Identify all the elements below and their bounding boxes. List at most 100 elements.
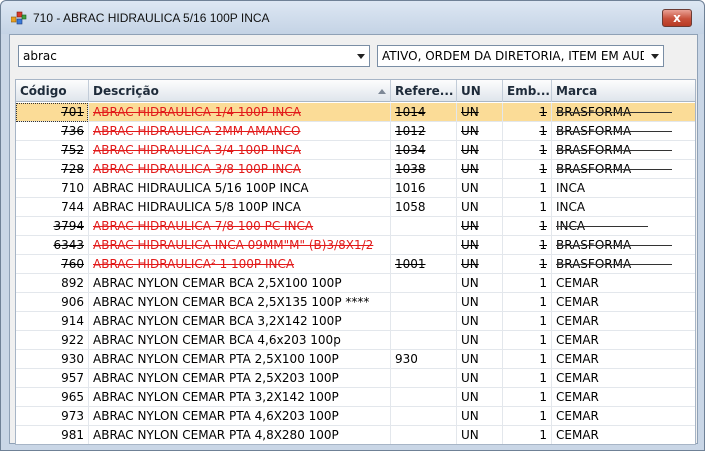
search-input[interactable]: abrac	[23, 49, 57, 63]
strikethrough-line	[556, 264, 672, 265]
column-header-unit[interactable]: UN	[457, 80, 503, 102]
cell-code-text: 930	[61, 352, 84, 366]
cell-packaging: 1	[503, 179, 552, 198]
table-row[interactable]: 736 ABRAC HIDRAULICA 2MM AMANCO 1012 UN 1 BRA…	[16, 122, 695, 141]
table-row[interactable]: 906 ABRAC NYLON CEMAR BCA 2,5X135 100P **…	[16, 293, 695, 312]
table-row[interactable]: 728 ABRAC HIDRAULICA 3/8 100P INCA 1038 UN 1…	[16, 160, 695, 179]
cell-description-text: ABRAC HIDRAULICA 2MM AMANCO	[93, 124, 301, 138]
column-header-description-label: Descrição	[93, 84, 159, 98]
cell-brand: CEMAR	[552, 293, 695, 312]
title-bar[interactable]: 710 - ABRAC HIDRAULICA 5/16 100P INCA x	[1, 1, 704, 34]
cell-reference	[391, 312, 457, 331]
cell-reference	[391, 407, 457, 426]
cell-unit: UN	[457, 198, 503, 217]
cell-packaging: 1	[503, 426, 552, 444]
cell-unit-text: UN	[461, 200, 479, 214]
window-client-area: abrac ATIVO, ORDEM DA DIRETORIA, ITEM EM…	[9, 34, 698, 445]
table-row[interactable]: 930 ABRAC NYLON CEMAR PTA 2,5X100 100P 930…	[16, 350, 695, 369]
cell-brand: CEMAR	[552, 388, 695, 407]
cell-code: 981	[16, 426, 89, 444]
sort-ascending-icon	[378, 89, 386, 94]
cell-brand: CEMAR	[552, 274, 695, 293]
table-row[interactable]: 760 ABRAC HIDRAULICA² 1 100P INCA 1001 UN 1 B…	[16, 255, 695, 274]
cell-packaging: 1	[503, 141, 552, 160]
cell-brand: INCA	[552, 217, 695, 236]
table-row[interactable]: 6343 ABRAC HIDRAULICA INCA 09MM"M" (B)3/8…	[16, 236, 695, 255]
cell-packaging-text: 1	[539, 105, 547, 119]
cell-unit-text: UN	[461, 238, 479, 252]
chevron-down-icon[interactable]	[357, 54, 365, 59]
table-row[interactable]: 752 ABRAC HIDRAULICA 3/4 100P INCA 1034 UN 1…	[16, 141, 695, 160]
table-row[interactable]: 922 ABRAC NYLON CEMAR BCA 4,6x203 100p UN 1…	[16, 331, 695, 350]
cell-brand-text: CEMAR	[556, 352, 599, 366]
cell-unit-text: UN	[461, 219, 479, 233]
table-row[interactable]: 957 ABRAC NYLON CEMAR PTA 2,5X203 100P UN 1…	[16, 369, 695, 388]
cell-unit-text: UN	[461, 257, 479, 271]
cell-description-text: ABRAC HIDRAULICA 5/8 100P INCA	[93, 200, 301, 214]
cell-description-text: ABRAC NYLON CEMAR PTA 2,5X203 100P	[93, 371, 339, 385]
table-row[interactable]: 981 ABRAC NYLON CEMAR PTA 4,8X280 100P UN 1…	[16, 426, 695, 444]
column-header-code[interactable]: Código	[16, 80, 89, 102]
cell-code-text: 957	[61, 371, 84, 385]
cell-packaging: 1	[503, 122, 552, 141]
table-row[interactable]: 965 ABRAC NYLON CEMAR PTA 3,2X142 100P UN 1…	[16, 388, 695, 407]
cell-unit-text: UN	[461, 143, 479, 157]
cell-reference: 1012	[391, 122, 457, 141]
cell-description: ABRAC NYLON CEMAR PTA 2,5X203 100P	[89, 369, 391, 388]
cell-description-text: ABRAC HIDRAULICA 1/4 100P INCA	[93, 105, 301, 119]
cell-code: 728	[16, 160, 89, 179]
cell-code-text: 744	[61, 200, 84, 214]
status-filter-dropdown[interactable]: ATIVO, ORDEM DA DIRETORIA, ITEM EM AUDIT…	[377, 45, 664, 67]
cell-packaging: 1	[503, 388, 552, 407]
cell-brand-text: CEMAR	[556, 314, 599, 328]
cell-unit: UN	[457, 331, 503, 350]
cell-brand: BRASFORMA	[552, 103, 695, 122]
cell-brand: CEMAR	[552, 350, 695, 369]
cell-description-text: ABRAC NYLON CEMAR PTA 4,6X203 100P	[93, 409, 339, 423]
cell-code: 906	[16, 293, 89, 312]
cell-reference	[391, 236, 457, 255]
cell-description-text: ABRAC NYLON CEMAR BCA 4,6x203 100p	[93, 333, 341, 347]
cell-description-text: ABRAC HIDRAULICA 3/4 100P INCA	[93, 143, 301, 157]
cell-packaging-text: 1	[539, 390, 547, 404]
cell-reference-text: 1058	[395, 200, 426, 214]
cell-unit: UN	[457, 179, 503, 198]
column-header-description[interactable]: Descrição	[89, 80, 391, 102]
table-row[interactable]: 914 ABRAC NYLON CEMAR BCA 3,2X142 100P UN 1…	[16, 312, 695, 331]
table-row[interactable]: 892 ABRAC NYLON CEMAR BCA 2,5X100 100P UN 1…	[16, 274, 695, 293]
table-row[interactable]: 973 ABRAC NYLON CEMAR PTA 4,6X203 100P UN 1…	[16, 407, 695, 426]
cell-brand: BRASFORMA	[552, 141, 695, 160]
strikethrough-line	[556, 150, 672, 151]
cell-description-text: ABRAC HIDRAULICA INCA 09MM"M" (B)3/8X1/2	[93, 238, 374, 252]
column-header-packaging[interactable]: Emb...	[503, 80, 552, 102]
search-combobox[interactable]: abrac	[18, 45, 370, 67]
cell-unit: UN	[457, 369, 503, 388]
table-row[interactable]: 3794 ABRAC HIDRAULICA 7/8 100 PC INCA UN 1 I…	[16, 217, 695, 236]
column-header-brand[interactable]: Marca	[552, 80, 695, 102]
cell-reference-text: 1016	[395, 181, 426, 195]
cell-brand: CEMAR	[552, 369, 695, 388]
cell-code-text: 892	[61, 276, 84, 290]
cell-code-text: 728	[61, 162, 84, 176]
cell-unit: UN	[457, 350, 503, 369]
cell-brand-text: INCA	[556, 181, 586, 195]
cell-brand: BRASFORMA	[552, 160, 695, 179]
cell-description-text: ABRAC NYLON CEMAR BCA 2,5X100 100P	[93, 276, 342, 290]
cell-code-text: 6343	[53, 238, 84, 252]
cell-reference: 1014	[391, 103, 457, 122]
products-grid[interactable]: Código Descrição Refere... UN Emb... Mar…	[15, 79, 696, 445]
cell-description: ABRAC HIDRAULICA INCA 09MM"M" (B)3/8X1/2	[89, 236, 391, 255]
table-row[interactable]: 744 ABRAC HIDRAULICA 5/8 100P INCA 1058 UN 1…	[16, 198, 695, 217]
cell-reference-text: 1001	[395, 257, 426, 271]
cell-reference: 1038	[391, 160, 457, 179]
cell-code: 892	[16, 274, 89, 293]
table-row[interactable]: 701 ABRAC HIDRAULICA 1/4 100P INCA 1014 UN 1…	[16, 103, 695, 122]
cell-unit: UN	[457, 217, 503, 236]
column-header-reference[interactable]: Refere...	[391, 80, 457, 102]
chevron-down-icon[interactable]	[651, 54, 659, 59]
cell-packaging: 1	[503, 312, 552, 331]
table-row[interactable]: 710 ABRAC HIDRAULICA 5/16 100P INCA 1016 UN…	[16, 179, 695, 198]
cell-brand-text: CEMAR	[556, 390, 599, 404]
cell-packaging: 1	[503, 160, 552, 179]
close-button[interactable]: x	[662, 9, 692, 27]
